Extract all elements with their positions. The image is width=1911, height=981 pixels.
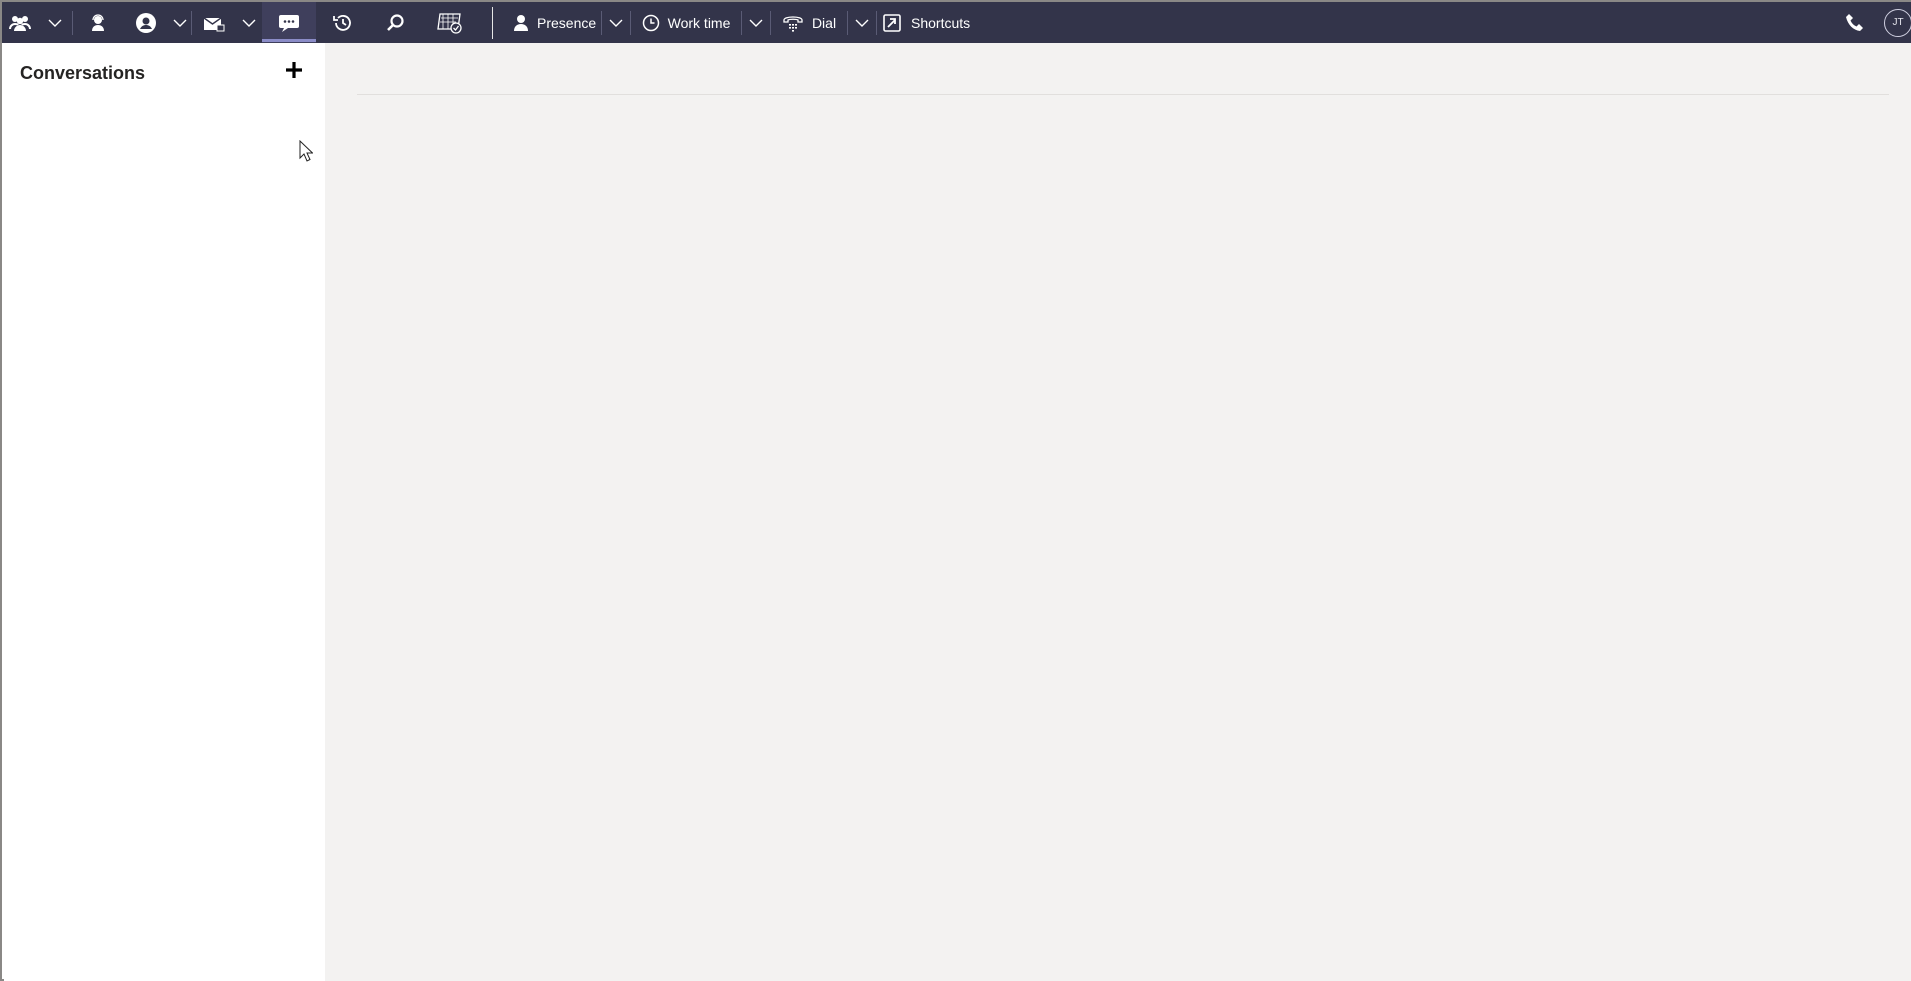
presence-button[interactable]: Presence — [513, 2, 601, 43]
worktime-button[interactable]: Work time — [631, 2, 741, 43]
content-divider — [357, 94, 1889, 95]
history-button[interactable] — [316, 2, 370, 43]
plus-icon — [285, 61, 303, 84]
chevron-down-icon — [855, 19, 869, 27]
search-icon — [386, 13, 406, 33]
app-window: Presence Work time Dial Shortcuts JT Con… — [0, 0, 1911, 981]
phone-icon — [1844, 12, 1866, 34]
presence-menu-button[interactable] — [602, 2, 630, 43]
chevron-down-icon — [242, 19, 256, 27]
conversation-content-area — [325, 43, 1911, 981]
panel-title: Conversations — [20, 63, 146, 83]
clock-icon — [642, 14, 660, 32]
worktime-label: Work time — [667, 14, 731, 31]
dial-button[interactable]: Dial — [771, 2, 847, 43]
toolbar-separator — [492, 6, 493, 39]
mail-icon — [203, 14, 225, 32]
shortcuts-label: Shortcuts — [911, 14, 971, 31]
contact-menu-button[interactable] — [169, 2, 191, 43]
worktime-menu-button[interactable] — [742, 2, 770, 43]
dial-menu-button[interactable] — [848, 2, 876, 43]
mouse-cursor-icon — [299, 139, 314, 167]
contact-icon — [135, 12, 157, 34]
chevron-down-icon — [173, 19, 187, 27]
chevron-down-icon — [749, 19, 763, 27]
shortcut-arrow-icon — [883, 13, 901, 32]
dial-label: Dial — [811, 14, 837, 31]
agent-icon — [89, 13, 107, 32]
team-button[interactable] — [2, 2, 38, 43]
chat-icon — [278, 13, 300, 33]
team-menu-button[interactable] — [38, 2, 72, 43]
agent-button[interactable] — [73, 2, 123, 43]
conversations-panel: Conversations — [4, 43, 325, 981]
mail-button[interactable] — [192, 2, 236, 43]
chevron-down-icon — [48, 19, 62, 27]
phone-button[interactable] — [1835, 2, 1875, 43]
user-avatar-button[interactable]: JT — [1875, 2, 1911, 43]
calendar-check-icon — [436, 11, 464, 35]
search-button[interactable] — [370, 2, 422, 43]
add-conversation-button[interactable] — [282, 60, 306, 84]
calendar-button[interactable] — [422, 2, 478, 43]
top-toolbar: Presence Work time Dial Shortcuts JT — [2, 2, 1911, 43]
team-icon — [9, 14, 31, 32]
shortcuts-button[interactable]: Shortcuts — [877, 2, 977, 43]
chevron-down-icon — [609, 19, 623, 27]
conversations-tab[interactable] — [262, 2, 316, 43]
avatar: JT — [1884, 8, 1911, 37]
person-icon — [513, 14, 529, 32]
history-icon — [332, 12, 354, 34]
presence-label: Presence — [537, 14, 597, 31]
contact-button[interactable] — [123, 2, 169, 43]
dialpad-phone-icon — [782, 14, 804, 32]
mail-menu-button[interactable] — [236, 2, 262, 43]
